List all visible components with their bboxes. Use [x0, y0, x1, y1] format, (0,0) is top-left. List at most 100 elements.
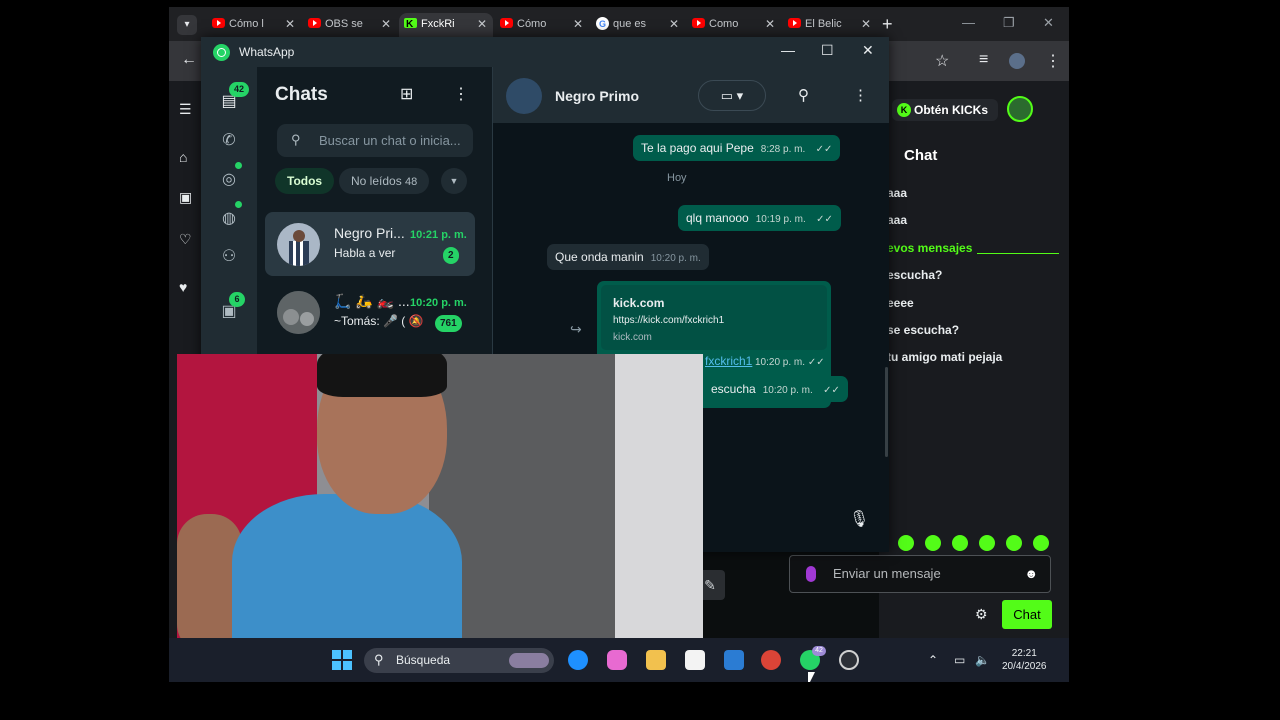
volume-icon[interactable]: 🔈 — [975, 653, 990, 667]
chat-preview: ~Tomás: 🎤 ( 🔕 — [334, 314, 424, 328]
filter-dropdown-icon[interactable]: ▼ — [441, 168, 467, 194]
windows-start-icon[interactable] — [332, 650, 352, 670]
close-icon[interactable]: ✕ — [862, 42, 874, 59]
microphone-icon[interactable] — [806, 566, 816, 582]
new-chat-icon[interactable]: ⊞ — [400, 84, 413, 104]
tab-search-button[interactable]: ▾ — [177, 15, 197, 35]
filter-unread[interactable]: No leídos 48 — [339, 168, 430, 194]
conversation-header[interactable]: Negro Primo ▭ ▾ ⚲ ⋮ — [493, 67, 889, 123]
communities-icon[interactable]: ⚇ — [219, 247, 239, 267]
user-avatar[interactable] — [1007, 96, 1033, 122]
taskbar-clock[interactable]: 22:21 20/4/2026 — [1002, 647, 1047, 673]
file-explorer-icon[interactable] — [646, 650, 666, 670]
menu-icon[interactable]: ☰ — [179, 101, 192, 118]
copilot-icon[interactable] — [607, 650, 627, 670]
browse-icon[interactable]: ▣ — [179, 189, 192, 206]
message-bubble-in[interactable]: Que onda manin 10:20 p. m. — [547, 244, 709, 270]
channels-dot — [235, 201, 242, 208]
bookmark-star-icon[interactable]: ☆ — [935, 51, 949, 71]
maximize-icon[interactable]: ☐ — [821, 42, 834, 59]
tray-chevron-icon[interactable]: ⌃ — [928, 653, 938, 667]
calls-icon[interactable]: ✆ — [219, 131, 239, 151]
chat-name: 🛴 🛵 🏍️ ... — [334, 293, 410, 309]
status-dot — [235, 162, 242, 169]
chat-list-item[interactable]: 🛴 🛵 🏍️ ... 10:20 p. m. ~Tomás: 🎤 ( 🔕 761 — [265, 280, 475, 344]
contact-avatar[interactable] — [506, 78, 542, 114]
chat-list-item[interactable]: Negro Pri... 10:21 p. m. Habla a ver 2 — [265, 212, 475, 276]
send-chat-button[interactable]: Chat — [1002, 600, 1052, 629]
emote-icon[interactable] — [898, 535, 914, 551]
close-icon[interactable]: ✕ — [381, 13, 391, 35]
emoji-icon[interactable]: ☻ — [1024, 566, 1038, 581]
chat-message: eeee — [887, 296, 914, 310]
emote-icon[interactable] — [1033, 535, 1049, 551]
message-bubble-out[interactable]: escucha 10:20 p. m. ✓✓ — [703, 376, 848, 402]
whatsapp-badge: 42 — [812, 646, 826, 656]
close-icon[interactable]: ✕ — [477, 13, 487, 35]
emote-icon[interactable] — [952, 535, 968, 551]
message-bubble-out[interactable]: qlq manooo 10:19 p. m. ✓✓ — [678, 205, 841, 231]
search-icon: ⚲ — [291, 132, 301, 147]
maximize-icon[interactable]: ❐ — [1003, 15, 1015, 31]
chat-message: aaa — [887, 213, 908, 227]
link-preview-card[interactable]: kick.com https://kick.com/fxckrich1 kick… — [601, 285, 827, 350]
taskbar-search[interactable]: ⚲ Búsqueda — [364, 648, 554, 673]
youtube-icon — [500, 18, 513, 28]
read-checkmarks-icon: ✓✓ — [807, 357, 825, 368]
emote-icon[interactable] — [979, 535, 995, 551]
whatsapp-titlebar: WhatsApp — ☐ ✕ — [201, 37, 889, 67]
edge-icon[interactable] — [568, 650, 588, 670]
get-kicks-button[interactable]: K Obtén KICKs — [892, 99, 998, 121]
webcam-overlay — [177, 354, 703, 649]
kick-icon — [404, 14, 417, 36]
video-call-button[interactable]: ▭ ▾ — [698, 80, 766, 111]
webcam-person — [232, 494, 462, 649]
scrollbar[interactable] — [885, 367, 888, 457]
emote-icon[interactable] — [1006, 535, 1022, 551]
media-controls-icon[interactable]: ≡ — [979, 51, 988, 69]
outlook-icon[interactable] — [724, 650, 744, 670]
chat-message: aaa — [887, 186, 908, 200]
more-options-icon[interactable]: ⋮ — [453, 84, 469, 104]
youtube-icon — [212, 18, 225, 28]
forward-icon[interactable]: ↪ — [570, 321, 582, 338]
close-window-icon[interactable]: ✕ — [1043, 15, 1054, 31]
close-icon[interactable]: ✕ — [285, 13, 295, 35]
message-link[interactable]: fxckrich1 — [705, 354, 752, 368]
close-icon[interactable]: ✕ — [573, 13, 583, 35]
back-arrow-icon[interactable]: ← — [181, 51, 197, 69]
more-menu-icon[interactable]: ⋮ — [1045, 51, 1061, 71]
search-highlight-icon — [509, 653, 549, 668]
following-heart-icon[interactable]: ♡ — [179, 231, 192, 248]
close-icon[interactable]: ✕ — [765, 13, 775, 35]
filter-all[interactable]: Todos — [275, 168, 335, 194]
microphone-icon[interactable]: 🎙 — [849, 509, 869, 529]
more-options-icon[interactable]: ⋮ — [853, 86, 868, 104]
search-input[interactable]: ⚲ Buscar un chat o inicia... — [277, 124, 473, 157]
chrome-icon[interactable] — [761, 650, 781, 670]
store-icon[interactable] — [685, 650, 705, 670]
youtube-icon — [308, 18, 321, 28]
message-bubble-out[interactable]: Te la pago aqui Pepe 8:28 p. m. ✓✓ — [633, 135, 841, 161]
profile-avatar[interactable] — [1009, 53, 1025, 69]
chat-message-input[interactable]: Enviar un mensaje ☻ — [789, 555, 1051, 593]
network-icon[interactable]: ▭ — [954, 653, 965, 667]
new-tab-button[interactable]: + — [882, 14, 893, 35]
minimize-icon[interactable]: — — [962, 15, 975, 30]
channels-icon[interactable]: ◍ — [219, 209, 239, 229]
status-icon[interactable]: ◎ — [219, 170, 239, 190]
chat-preview: Habla a ver — [334, 246, 396, 260]
desktop-screen: ▾ Cómo l✕ OBS se✕ FxckRi✕ Cómo✕ que es✕ … — [169, 7, 1069, 682]
kick-coin-icon: K — [897, 103, 911, 117]
day-separator: Hoy — [667, 172, 687, 184]
heart-icon[interactable]: ♥ — [179, 279, 187, 295]
obs-icon[interactable] — [839, 650, 859, 670]
google-icon — [596, 13, 609, 35]
emote-icon[interactable] — [925, 535, 941, 551]
close-icon[interactable]: ✕ — [861, 13, 871, 35]
home-icon[interactable]: ⌂ — [179, 149, 187, 165]
settings-gear-icon[interactable]: ⚙ — [975, 606, 988, 623]
close-icon[interactable]: ✕ — [669, 13, 679, 35]
search-icon[interactable]: ⚲ — [798, 86, 809, 104]
minimize-icon[interactable]: — — [781, 42, 795, 58]
